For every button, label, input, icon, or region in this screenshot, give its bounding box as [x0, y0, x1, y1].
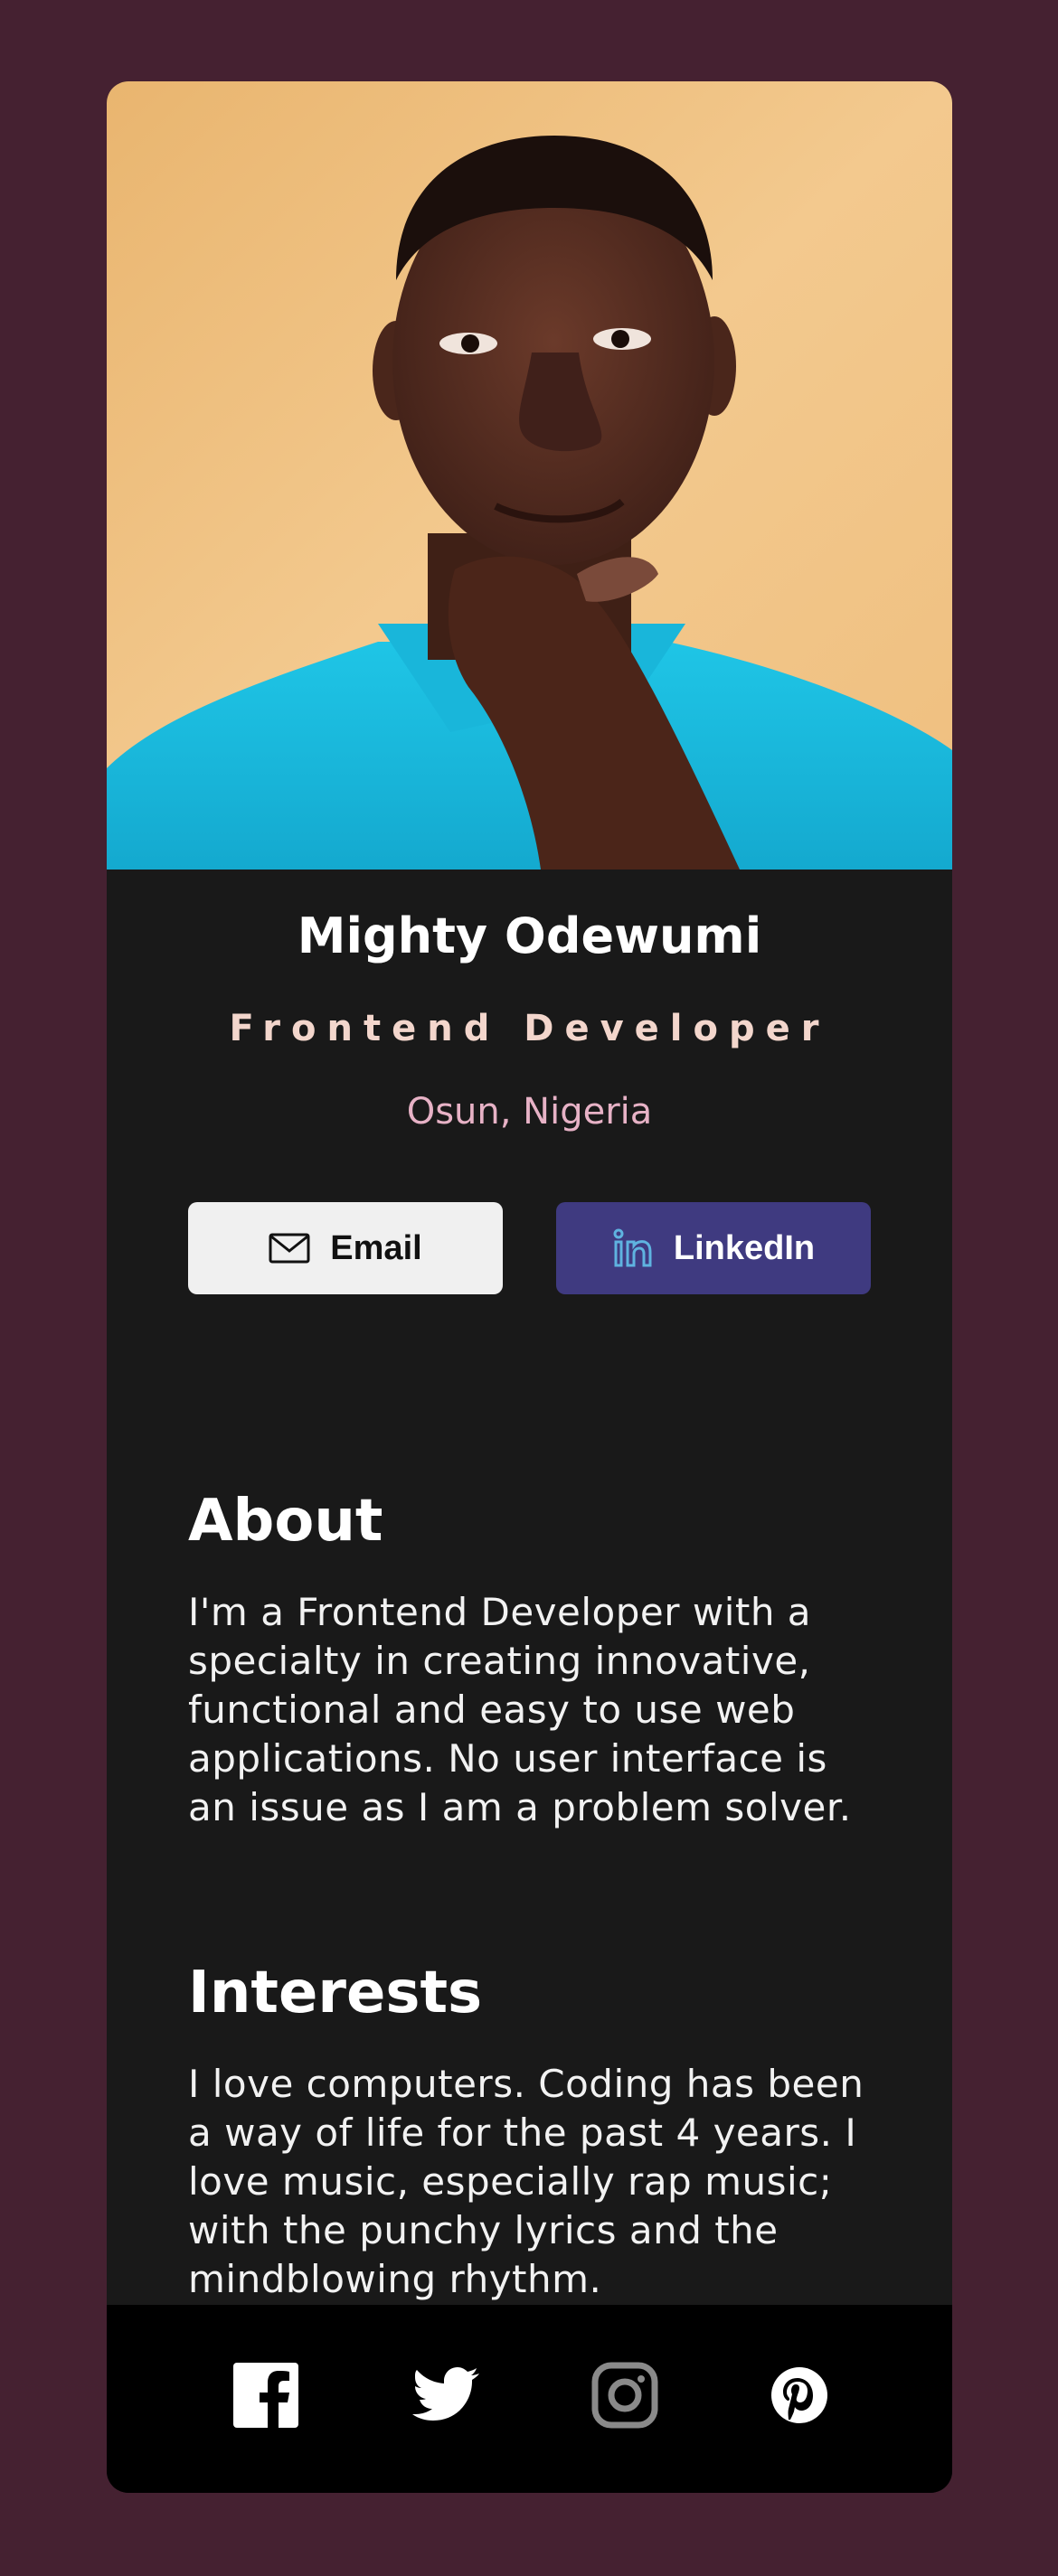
interests-heading: Interests — [188, 1960, 483, 2026]
about-text: I'm a Frontend Developer with a specialt… — [188, 1590, 852, 1829]
about-heading: About — [188, 1488, 383, 1555]
interests-text: I love computers. Coding has been a way … — [188, 2062, 864, 2301]
profile-title: Frontend Developer — [229, 1008, 830, 1049]
profile-location: Osun, Nigeria — [406, 1091, 653, 1133]
email-button-label: Email — [330, 1228, 422, 1267]
instagram-icon[interactable] — [589, 2359, 661, 2431]
mail-icon — [269, 1233, 310, 1264]
facebook-icon[interactable] — [230, 2359, 302, 2431]
pinterest-icon[interactable] — [763, 2359, 836, 2431]
linkedin-button-label: LinkedIn — [673, 1228, 816, 1267]
social-footer — [107, 2305, 952, 2493]
profile-card: Mighty Odewumi Frontend Developer Osun, … — [107, 81, 952, 2493]
profile-photo — [107, 81, 952, 870]
twitter-icon[interactable] — [410, 2359, 482, 2431]
linkedin-button[interactable]: LinkedIn — [556, 1202, 871, 1294]
linkedin-icon — [612, 1227, 654, 1269]
profile-name: Mighty Odewumi — [297, 907, 762, 964]
email-button[interactable]: Email — [188, 1202, 503, 1294]
